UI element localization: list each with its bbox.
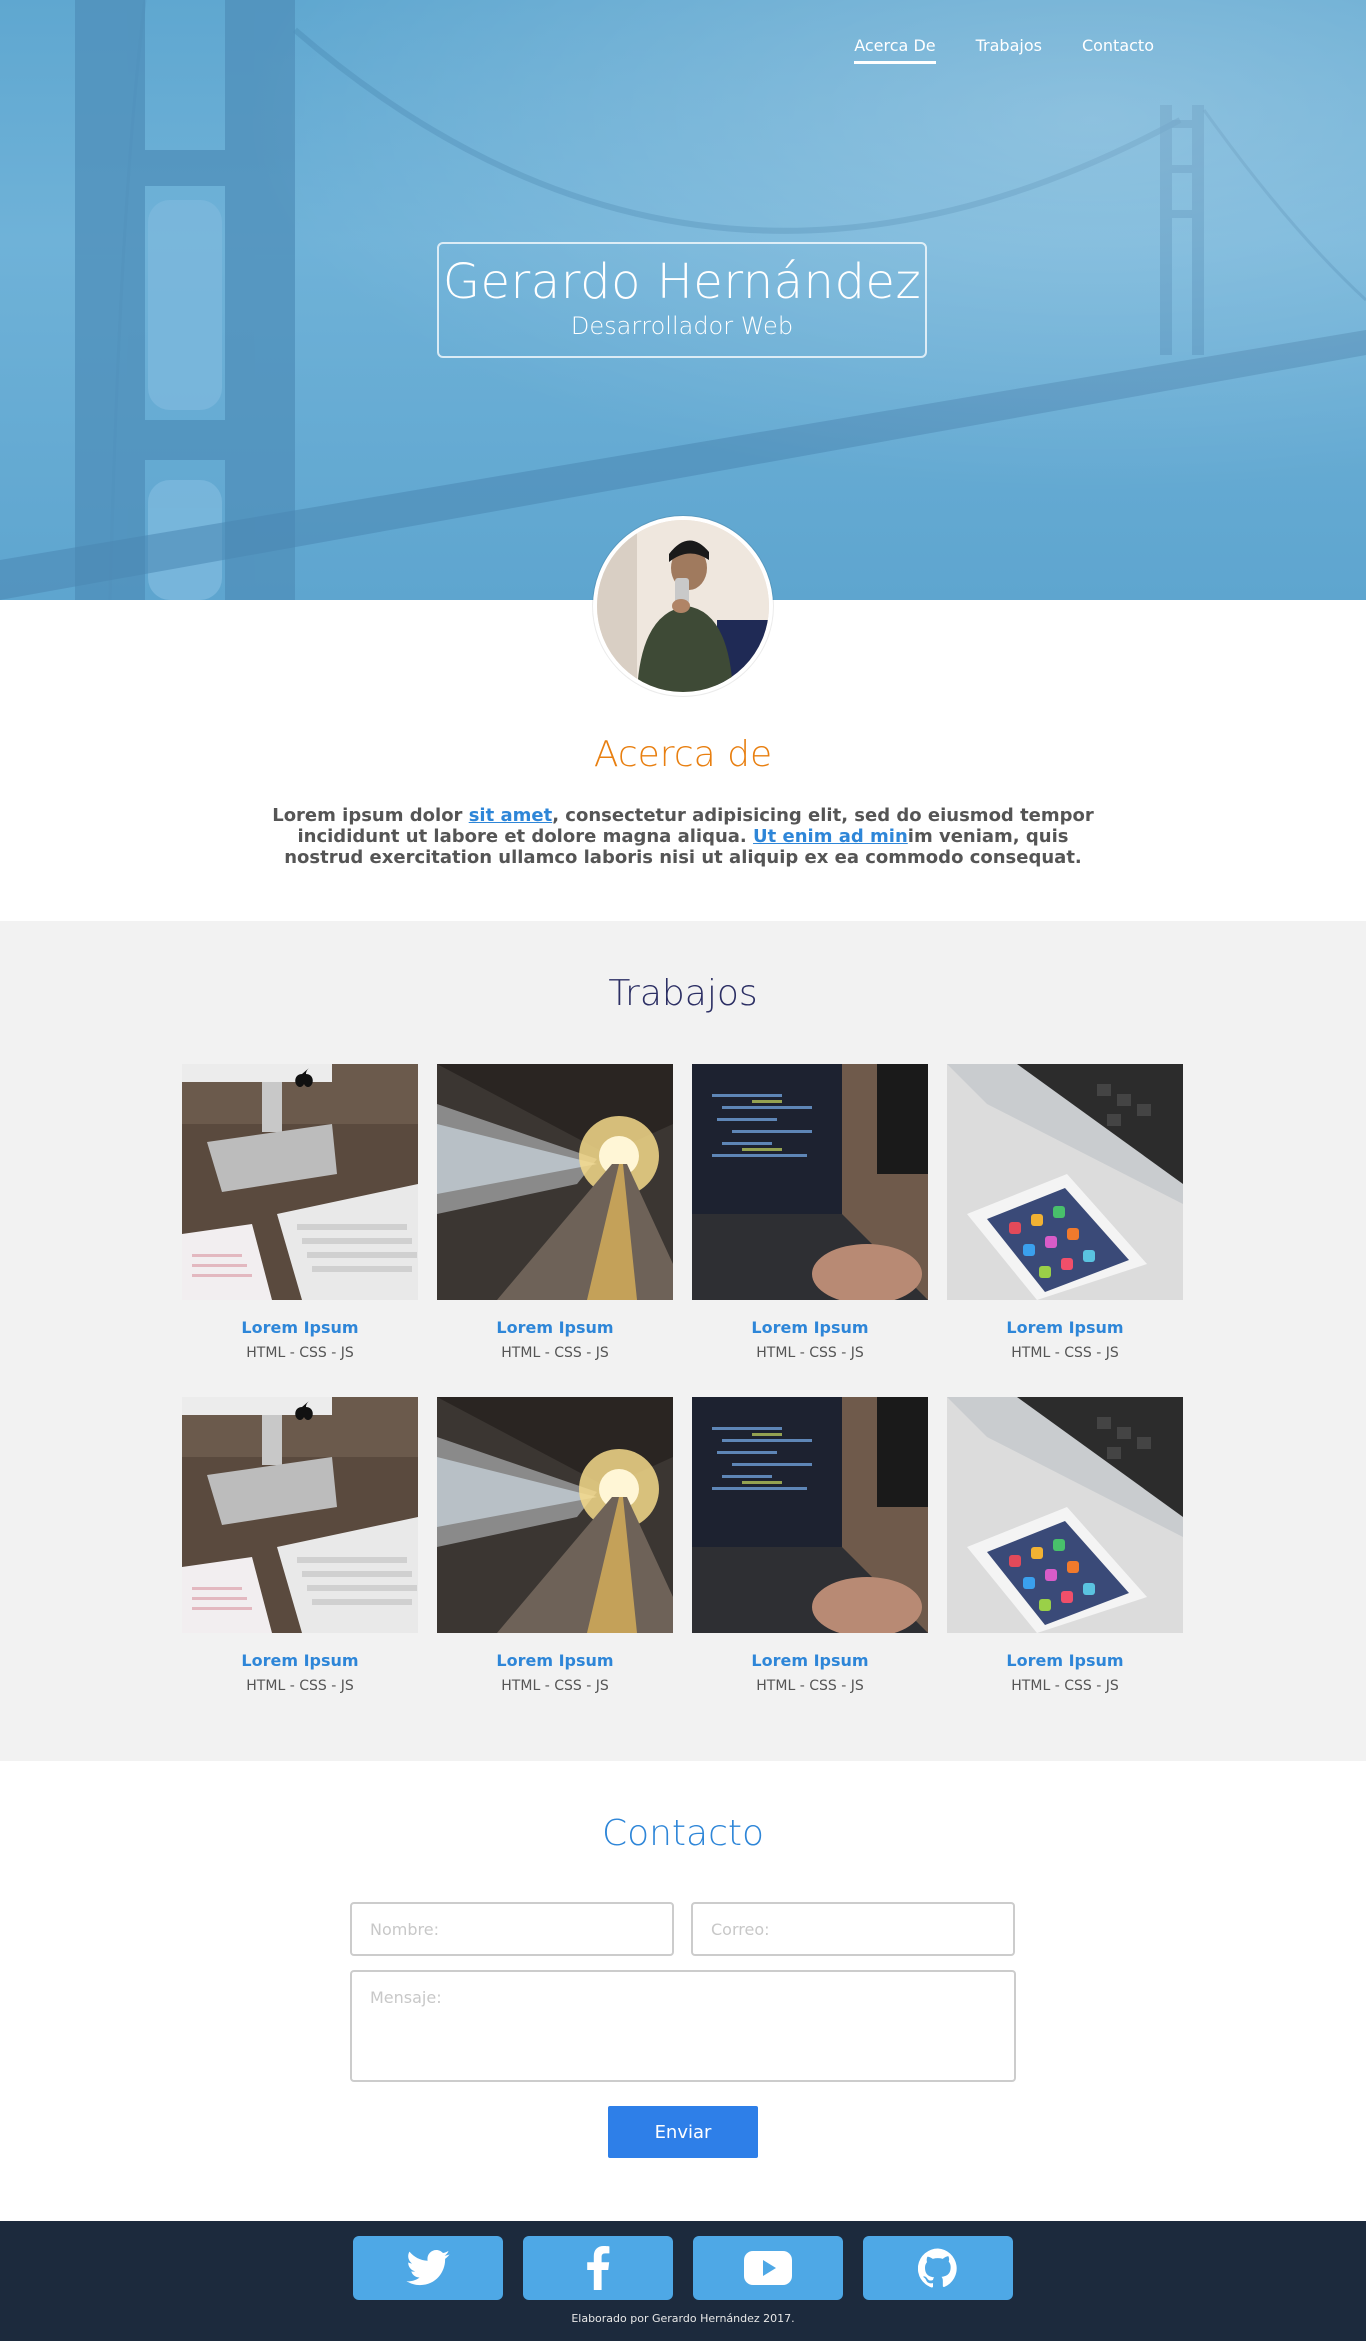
work-thumbnail-laptop-code[interactable] [692,1064,928,1300]
work-tags: HTML - CSS - JS [1011,1678,1119,1694]
work-title[interactable]: Lorem Ipsum [692,1651,928,1670]
works-grid: Lorem Ipsum HTML - CSS - JS Lorem Ipsum … [182,1064,1184,1694]
message-field[interactable] [350,1970,1016,2082]
works-section: Trabajos Lorem Ipsum HTML - CSS - JS Lor… [0,921,1366,1761]
work-card: Lorem Ipsum HTML - CSS - JS [182,1064,418,1361]
hero: Acerca De Trabajos Contacto Gerardo Hern… [0,0,1366,600]
main-nav: Acerca De Trabajos Contacto [854,36,1154,64]
work-title[interactable]: Lorem Ipsum [437,1651,673,1670]
work-thumbnail-desk-keyboard[interactable] [182,1064,418,1300]
work-title[interactable]: Lorem Ipsum [182,1651,418,1670]
work-card: Lorem Ipsum HTML - CSS - JS [437,1397,673,1694]
work-thumbnail-macbook-phone[interactable] [947,1397,1183,1633]
name-field[interactable] [350,1902,674,1956]
work-card: Lorem Ipsum HTML - CSS - JS [692,1064,928,1361]
about-link-sit-amet[interactable]: sit amet [469,805,552,826]
about-text: Lorem ipsum dolor sit amet, consectetur … [268,805,1098,868]
work-card: Lorem Ipsum HTML - CSS - JS [437,1064,673,1361]
send-button[interactable]: Enviar [608,2106,758,2158]
work-thumbnail-train-platform[interactable] [437,1064,673,1300]
form-row [350,1902,1016,1956]
about-text-part: Lorem ipsum dolor [272,805,469,826]
hero-name: Gerardo Hernández [442,254,922,310]
contact-title: Contacto [601,1813,765,1854]
github-button[interactable] [863,2236,1013,2300]
footer: Elaborado por Gerardo Hernández 2017. [0,2221,1366,2341]
contact-form: Enviar [350,1902,1016,2158]
contact-section: Contacto Enviar [0,1761,1366,2221]
work-thumbnail-desk-keyboard[interactable] [182,1397,418,1633]
github-icon [918,2248,957,2288]
nav-item-acerca-de[interactable]: Acerca De [854,36,936,64]
nav-item-trabajos[interactable]: Trabajos [976,36,1042,64]
youtube-button[interactable] [693,2236,843,2300]
work-tags: HTML - CSS - JS [246,1678,354,1694]
twitter-button[interactable] [353,2236,503,2300]
twitter-icon [406,2250,450,2286]
footer-credit: Elaborado por Gerardo Hernández 2017. [571,2312,795,2325]
social-links [0,2221,1366,2300]
work-tags: HTML - CSS - JS [756,1345,864,1361]
work-card: Lorem Ipsum HTML - CSS - JS [692,1397,928,1694]
hero-title-box: Gerardo Hernández Desarrollador Web [437,242,927,358]
facebook-button[interactable] [523,2236,673,2300]
work-thumbnail-laptop-code[interactable] [692,1397,928,1633]
work-tags: HTML - CSS - JS [501,1678,609,1694]
facebook-icon [587,2246,610,2290]
work-card: Lorem Ipsum HTML - CSS - JS [947,1064,1183,1361]
work-thumbnail-macbook-phone[interactable] [947,1064,1183,1300]
work-title[interactable]: Lorem Ipsum [947,1651,1183,1670]
work-card: Lorem Ipsum HTML - CSS - JS [182,1397,418,1694]
about-link-ut-enim[interactable]: Ut enim ad min [753,826,908,847]
work-title[interactable]: Lorem Ipsum [947,1318,1183,1337]
work-title[interactable]: Lorem Ipsum [692,1318,928,1337]
work-tags: HTML - CSS - JS [756,1678,864,1694]
work-tags: HTML - CSS - JS [501,1345,609,1361]
youtube-icon [744,2251,792,2285]
nav-item-contacto[interactable]: Contacto [1082,36,1154,64]
avatar [593,516,773,696]
work-card: Lorem Ipsum HTML - CSS - JS [947,1397,1183,1694]
work-title[interactable]: Lorem Ipsum [437,1318,673,1337]
works-title: Trabajos [608,973,758,1014]
hero-role: Desarrollador Web [570,312,794,340]
work-thumbnail-train-platform[interactable] [437,1397,673,1633]
email-field[interactable] [691,1902,1015,1956]
work-tags: HTML - CSS - JS [1011,1345,1119,1361]
work-title[interactable]: Lorem Ipsum [182,1318,418,1337]
work-tags: HTML - CSS - JS [246,1345,354,1361]
